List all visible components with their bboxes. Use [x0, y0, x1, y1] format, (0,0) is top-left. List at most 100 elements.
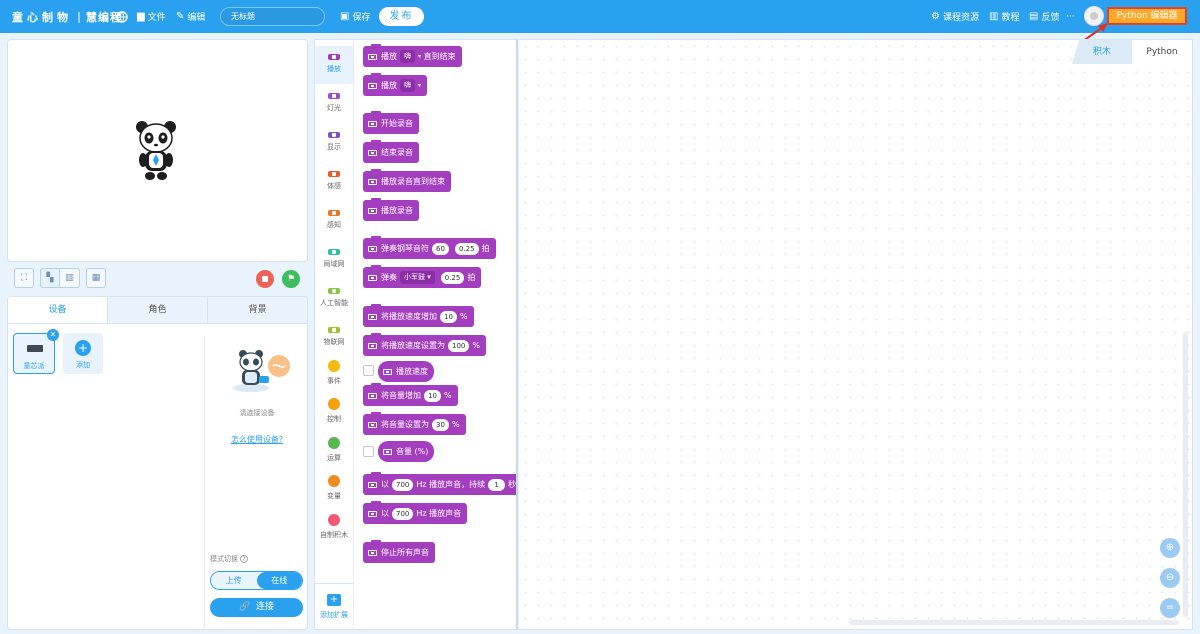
block-change-volume[interactable]: 将音量增加 10% [363, 383, 458, 406]
feedback-link[interactable]: ▤ 反馈 [1029, 0, 1059, 33]
block-category-list: 播放 灯光显示体感感知局域网 人工智能 物联网 事件控制运算 变量 自制积木 + 添加扩展 [314, 39, 353, 630]
frequency-input[interactable]: 700 [392, 507, 414, 520]
category-item[interactable]: 运算 [315, 433, 353, 471]
category-item[interactable]: 事件 [315, 356, 353, 394]
block-play-frequency[interactable]: 以 700 Hz 播放声音 [363, 501, 468, 524]
category-item[interactable]: 局域网 [315, 241, 353, 279]
speaker-icon [368, 149, 377, 156]
block-play-recording-until-done[interactable]: 播放录音直到结束 [363, 169, 451, 192]
duration-input[interactable]: 1 [488, 478, 506, 491]
add-extension-button[interactable]: + 添加扩展 [315, 583, 353, 629]
zoom-reset-icon[interactable]: = [1160, 598, 1180, 618]
drum-dropdown[interactable]: 小军鼓 ▾ [400, 271, 435, 284]
sound-dropdown[interactable]: 嗨 [400, 79, 415, 92]
block-volume-reporter[interactable]: 音量 (%) [378, 441, 435, 462]
tab-blocks[interactable]: 积木 [1072, 40, 1132, 64]
panda-connect-illustration-icon [233, 350, 290, 392]
code-workspace[interactable]: 积木 Python ⊕ ⊖ = [519, 39, 1193, 630]
edit-menu[interactable]: ✎ 编辑 [176, 0, 205, 33]
save-button[interactable]: ▣ 保存 [340, 0, 370, 33]
category-item[interactable]: 灯光 [315, 85, 353, 123]
small-stage-icon[interactable]: ▚ [40, 268, 60, 288]
category-item[interactable]: 物联网 [315, 319, 353, 357]
remove-device-icon[interactable]: ✕ [47, 329, 59, 341]
horizontal-scrollbar[interactable] [849, 620, 1179, 625]
stop-button[interactable] [256, 270, 274, 288]
block-play-recording[interactable]: 播放录音 [363, 198, 419, 221]
mode-live-option[interactable]: 在线 [256, 572, 302, 589]
book-icon: ▥ [989, 11, 999, 22]
frequency-input[interactable]: 700 [392, 478, 414, 491]
tutorial-link[interactable]: ▥ 教程 [989, 0, 1019, 33]
sound-dropdown[interactable]: 嗨 [400, 50, 415, 63]
tab-devices[interactable]: 设备 [8, 297, 108, 323]
fullscreen-icon[interactable]: ⛶ [14, 268, 34, 288]
block-start-recording[interactable]: 开始录音 [363, 111, 419, 134]
category-label: 控制 [327, 415, 341, 423]
zoom-out-icon[interactable]: ⊖ [1160, 568, 1180, 588]
block-change-tempo[interactable]: 将播放速度增加 10% [363, 304, 474, 327]
note-input[interactable]: 60 [432, 242, 449, 255]
block-play-until-done[interactable]: 播放嗨 ▾ 直到结束 [363, 44, 462, 67]
block-stop-all-sounds[interactable]: 停止所有声音 [363, 540, 435, 563]
tab-python[interactable]: Python [1132, 40, 1192, 64]
speaker-icon [368, 207, 377, 214]
beats-input[interactable]: 0.25 [440, 271, 465, 284]
speaker-icon [383, 448, 392, 455]
category-item[interactable]: 控制 [315, 394, 353, 432]
language-globe-icon[interactable] [116, 0, 128, 33]
publish-button[interactable]: 发布 [379, 7, 424, 26]
course-resources-link[interactable]: ⚙ 课程资源 [931, 0, 979, 33]
category-item[interactable]: 播放 [315, 46, 353, 84]
connect-button[interactable]: 🔗 连接 [210, 598, 303, 617]
category-label: 显示 [327, 143, 341, 151]
block-set-tempo[interactable]: 将播放速度设置为 100% [363, 333, 486, 356]
project-title-input[interactable]: 无标题 [220, 7, 325, 26]
category-label: 感知 [327, 221, 341, 229]
block-set-volume[interactable]: 将音量设置为 30% [363, 412, 466, 435]
block-play-drum[interactable]: 弹奏 小军鼓 ▾ 0.25 拍 [363, 265, 482, 288]
volume-monitor-checkbox[interactable] [363, 446, 374, 457]
panda-sprite-icon[interactable] [134, 118, 178, 182]
plus-icon: + [75, 340, 91, 356]
tab-sprites[interactable]: 角色 [108, 297, 208, 323]
beats-input[interactable]: 0.25 [455, 242, 479, 255]
mode-upload-option[interactable]: 上传 [211, 572, 257, 589]
zoom-in-icon[interactable]: ⊕ [1160, 538, 1180, 558]
volume-set-input[interactable]: 30 [432, 418, 449, 431]
device-card-cyberpi[interactable]: 童芯派 ✕ [13, 329, 59, 374]
mode-toggle[interactable]: 上传 在线 [210, 571, 303, 590]
block-play-frequency-for-duration[interactable]: 以 700 Hz 播放声音，持续 1 秒 [363, 472, 516, 495]
green-flag-button[interactable]: ⚑ [282, 270, 300, 288]
block-stop-recording[interactable]: 结束录音 [363, 140, 419, 163]
block-tempo-reporter[interactable]: 播放速度 [378, 361, 434, 382]
category-item[interactable]: 人工智能 [315, 280, 353, 318]
help-icon[interactable]: ? [240, 555, 248, 563]
block-play-sound[interactable]: 播放嗨 ▾ [363, 73, 428, 96]
mode-switch-label: 模式切换? [210, 554, 248, 564]
category-color-icon [328, 171, 340, 177]
grid-icon[interactable]: ▦ [86, 268, 106, 288]
category-item[interactable]: 感知 [315, 202, 353, 240]
file-menu[interactable]: ▆ 文件 [137, 0, 166, 33]
volume-change-input[interactable]: 10 [424, 389, 441, 402]
category-item[interactable]: 自制积木 [315, 510, 353, 548]
category-color-icon [328, 132, 340, 138]
tempo-monitor-checkbox[interactable] [363, 365, 374, 376]
category-item[interactable]: 体感 [315, 163, 353, 201]
tab-backgrounds[interactable]: 背景 [208, 297, 307, 323]
category-item[interactable]: 变量 [315, 471, 353, 509]
add-device-button[interactable]: + 添加 [63, 333, 103, 374]
large-stage-icon[interactable]: ▥ [60, 268, 80, 288]
tempo-set-input[interactable]: 100 [448, 339, 470, 352]
how-to-use-device-link[interactable]: 怎么使用设备? [205, 434, 307, 445]
block-play-piano-note[interactable]: 弹奏钢琴音符 60 0.25 拍 [363, 236, 496, 259]
speaker-icon [368, 120, 377, 127]
python-editor-button[interactable]: Python 编辑器 [1107, 7, 1187, 25]
vertical-scrollbar[interactable] [1183, 332, 1188, 617]
category-color-icon [328, 360, 340, 372]
stage-canvas[interactable] [7, 39, 308, 262]
category-item[interactable]: 显示 [315, 124, 353, 162]
speaker-icon [368, 274, 377, 281]
tempo-change-input[interactable]: 10 [440, 310, 457, 323]
